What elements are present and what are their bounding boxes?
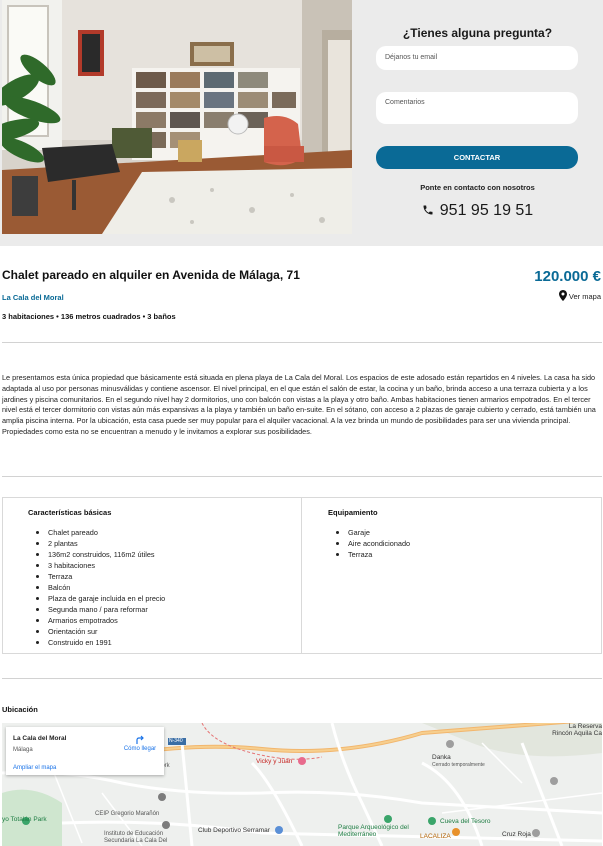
hero-section: ¿Tienes alguna pregunta? Déjanos tu emai…: [0, 0, 603, 246]
email-field[interactable]: Déjanos tu email: [376, 46, 578, 70]
basic-characteristics: Características básicas Chalet pareado 2…: [3, 498, 302, 653]
map-label: Cueva del Tesoro: [440, 818, 491, 825]
list-item: Orientación sur: [35, 626, 165, 637]
basic-list: Chalet pareado 2 plantas 136m2 construid…: [35, 527, 166, 648]
list-item: Aire acondicionado: [335, 539, 411, 548]
list-item: 2 plantas: [35, 538, 165, 549]
map-label: yo Totalán Park: [2, 816, 47, 823]
map-label: LACALIZA: [420, 833, 451, 840]
phone-number[interactable]: 951 95 19 51: [352, 202, 603, 220]
contact-panel: ¿Tienes alguna pregunta? Déjanos tu emai…: [352, 0, 603, 246]
list-item: 3 habitaciones: [35, 560, 165, 571]
directions-label: Cómo llegar: [123, 746, 157, 752]
list-item: Garaje: [335, 527, 410, 538]
contact-button[interactable]: CONTACTAR: [376, 146, 578, 169]
equipment-list: Garaje Aire acondicionado Terraza: [335, 527, 411, 560]
map-label: CEIP Gregorio Marañón: [95, 811, 160, 817]
divider: [2, 678, 602, 679]
list-item: Terraza: [35, 571, 165, 582]
listing-title: Chalet pareado en alquiler en Avenida de…: [2, 268, 300, 282]
listing-price: 120.000 €: [534, 268, 601, 285]
map-label: Instituto de Educación Secundaria La Cal…: [104, 831, 168, 844]
list-item: Plaza de garaje incluida en el precio: [35, 594, 166, 603]
equipment: Equipamiento Garaje Aire acondicionado T…: [303, 498, 601, 653]
list-item: Balcón: [35, 582, 165, 593]
map-place-name: La Cala del Moral: [13, 735, 67, 742]
summary-line: 3 habitaciones • 136 metros cuadrados • …: [2, 312, 176, 321]
map-label: Danka: [432, 754, 451, 761]
directions-icon: [136, 735, 144, 744]
directions-link[interactable]: Cómo llegar: [120, 735, 160, 752]
equipment-title: Equipamiento: [328, 508, 378, 517]
contact-title: ¿Tienes alguna pregunta?: [402, 26, 553, 40]
map-label: Club Deportivo Serramar: [198, 827, 270, 834]
map-city: Málaga: [13, 747, 33, 753]
map-label: Cerrado temporalmente: [432, 762, 485, 768]
list-item: 136m2 construidos, 116m2 útiles: [35, 549, 165, 560]
map-label: Cruz Roja: [502, 831, 531, 838]
area-link[interactable]: La Cala del Moral: [2, 293, 64, 302]
enlarge-map-link[interactable]: Ampliar el mapa: [13, 765, 56, 771]
view-map-link[interactable]: Ver mapa: [558, 290, 601, 301]
phone-icon: [423, 205, 433, 215]
property-photo: [2, 0, 352, 234]
basic-title: Características básicas: [28, 508, 112, 517]
description: Le presentamos esta única propiedad que …: [2, 373, 596, 436]
list-item: Terraza: [335, 549, 410, 560]
characteristics-box: Características básicas Chalet pareado 2…: [2, 497, 602, 654]
road-badge: N-340: [169, 738, 183, 744]
location-title: Ubicación: [2, 705, 38, 714]
divider: [2, 476, 602, 477]
map-pin-icon: [558, 290, 567, 301]
view-map-label: Ver mapa: [568, 292, 601, 301]
list-item: Chalet pareado: [35, 527, 165, 538]
comments-field[interactable]: Comentarios: [376, 92, 578, 124]
list-item: Armarios empotrados: [35, 615, 165, 626]
list-item: Construido en 1991: [35, 637, 165, 648]
map-info-card: La Cala del Moral Málaga Ampliar el mapa…: [6, 727, 164, 775]
location-map[interactable]: N-340 etwork Vicky y Juan Danka Cerrado …: [2, 723, 602, 846]
divider: [2, 342, 602, 343]
map-label: La Reserva Rincón Aquila Ca: [552, 723, 602, 737]
phone-label: 951 95 19 51: [439, 202, 534, 219]
list-item: Segunda mano / para reformar: [35, 604, 165, 615]
contact-subtitle: Ponte en contacto con nosotros: [420, 183, 535, 192]
map-label: Vicky y Juan: [256, 758, 293, 765]
map-label: Parque Arqueológico del Mediterráneo: [338, 824, 409, 838]
